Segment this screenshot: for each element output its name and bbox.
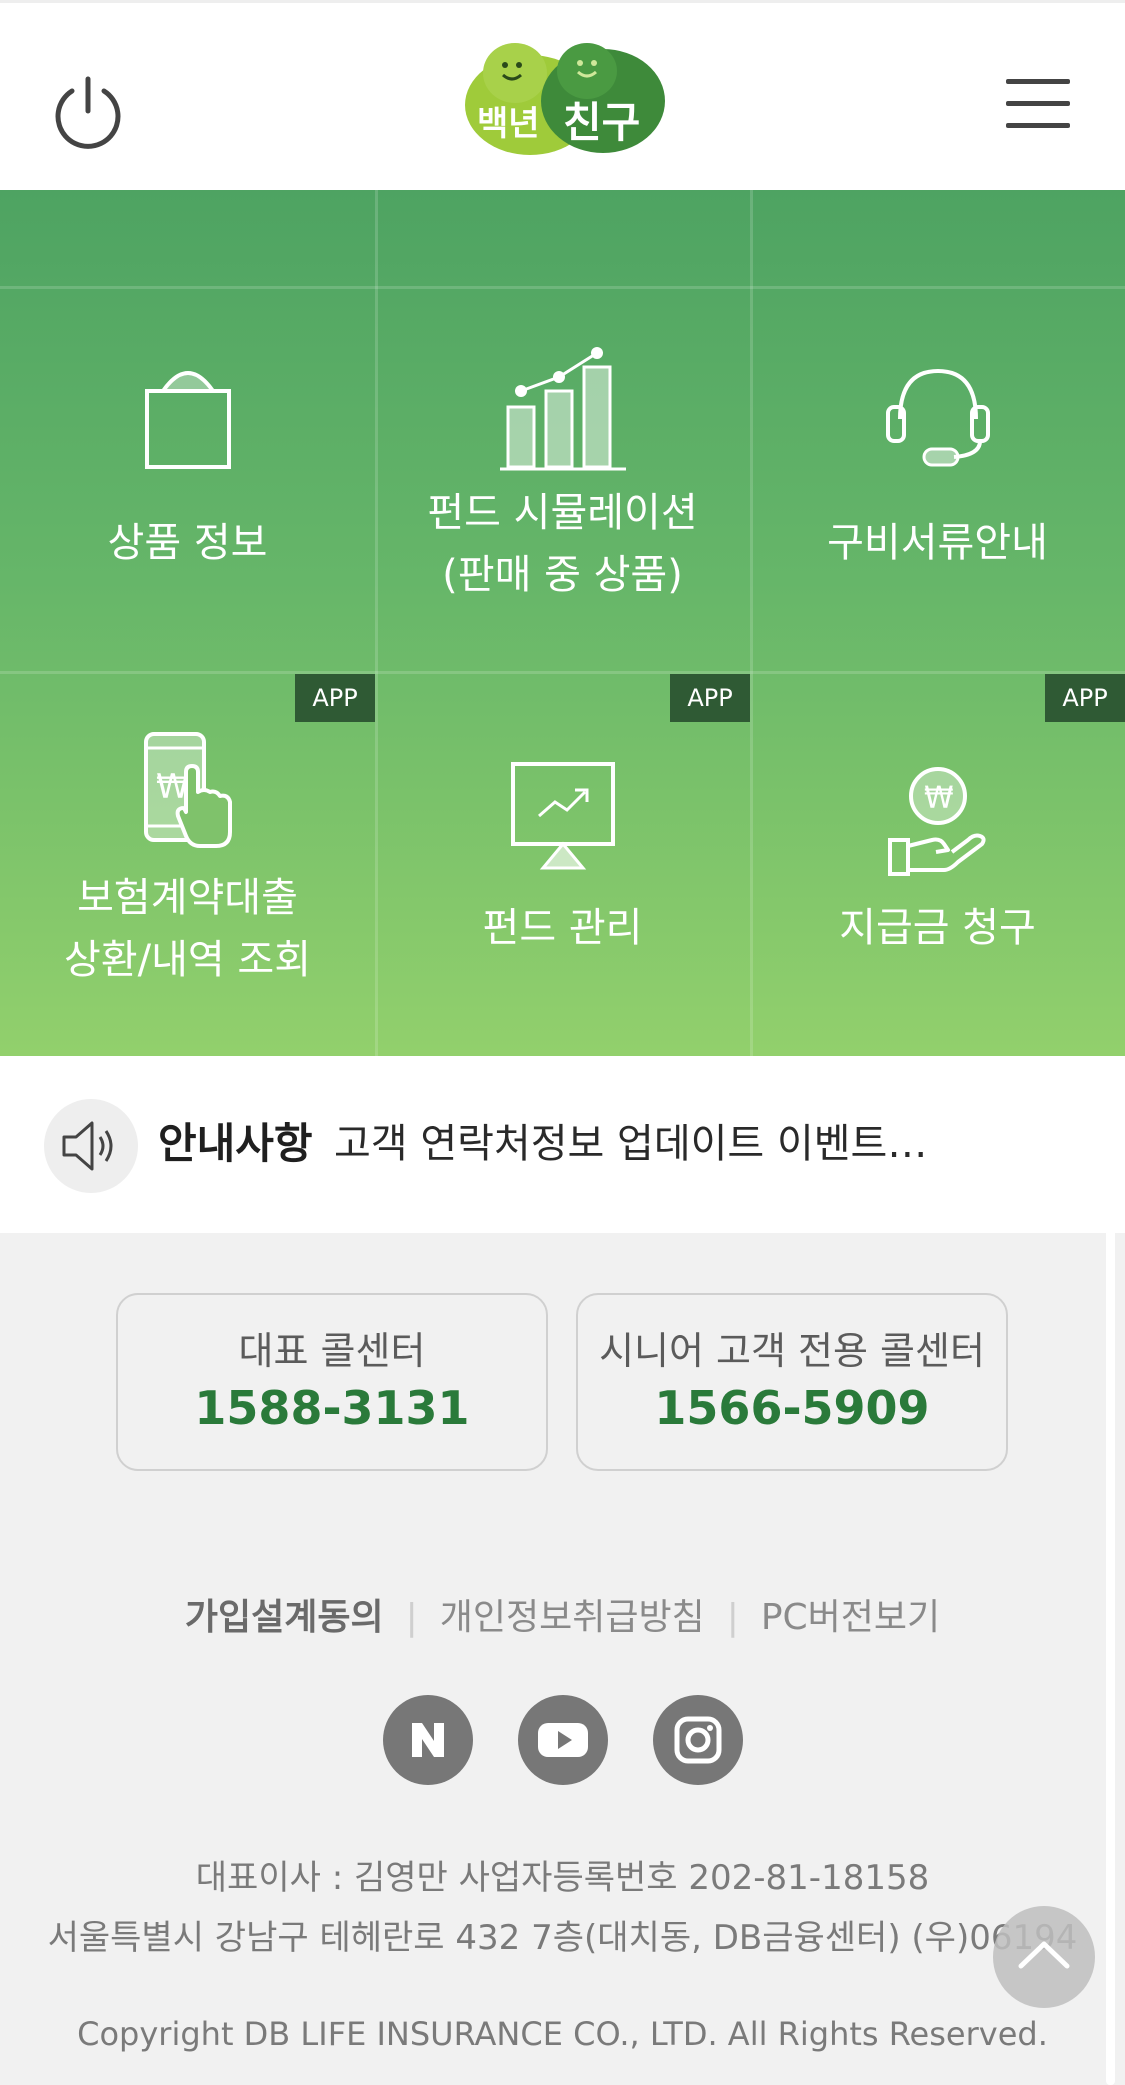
- naver-icon: [412, 1723, 444, 1757]
- grid-item-fund-simulation[interactable]: 펀드 시뮬레이션 (판매 중 상품): [375, 289, 750, 671]
- bar-chart-icon: [500, 347, 626, 471]
- app-badge: APP: [670, 674, 750, 722]
- grid-item-label: 상품 정보: [107, 520, 268, 566]
- call-center-senior[interactable]: 시니어 고객 전용 콜센터 1566-5909: [576, 1293, 1008, 1471]
- menu-button[interactable]: [1000, 73, 1080, 133]
- grid-empty-cell: [750, 190, 1125, 286]
- phone-won-icon: ₩: [144, 732, 232, 848]
- grid-item-loan-repayment[interactable]: APP ₩ 보험계약대출 상환/내역 조회: [0, 674, 375, 1056]
- grid-item-required-documents[interactable]: 구비서류안내: [750, 289, 1125, 671]
- grid-item-label: 펀드 시뮬레이션 (판매 중 상품): [427, 490, 698, 598]
- youtube-icon: [538, 1723, 588, 1757]
- call-center-number: 1588-3131: [194, 1381, 470, 1435]
- power-button[interactable]: [48, 71, 128, 151]
- menu-grid: 상품 정보 펀드 시뮬레이션 (판매 중 상품) 구비서류안내 APP ₩ 보험…: [0, 190, 1125, 1056]
- grid-item-label: 지급금 청구: [839, 905, 1036, 951]
- scroll-to-top-button[interactable]: [993, 1906, 1095, 2008]
- call-center-label: 대표 콜센터: [238, 1329, 426, 1373]
- scrollbar[interactable]: [1106, 1068, 1115, 2085]
- footer-separator: |: [405, 1597, 418, 1638]
- business-info-line: 대표이사 : 김영만 사업자등록번호 202-81-18158: [195, 1858, 930, 1898]
- grid-empty-cell: [0, 190, 375, 286]
- hand-coin-icon: ₩: [888, 767, 986, 876]
- copyright: Copyright DB LIFE INSURANCE CO., LTD. Al…: [77, 2015, 1048, 2053]
- logo-text-right: 친구: [563, 98, 640, 147]
- notice-bar[interactable]: 안내사항 고객 연락처정보 업데이트 이벤트…: [0, 1056, 1125, 1233]
- grid-item-label: 보험계약대출 상환/내역 조회: [64, 875, 311, 983]
- call-center-label: 시니어 고객 전용 콜센터: [599, 1329, 985, 1373]
- footer-link-privacy-policy[interactable]: 개인정보취급방침: [418, 1597, 727, 1638]
- notice-icon-wrap: [44, 1099, 138, 1193]
- hamburger-menu-icon: [1006, 79, 1070, 128]
- chevron-up-icon: [1018, 1941, 1070, 1969]
- youtube-button[interactable]: [518, 1695, 608, 1785]
- naver-blog-button[interactable]: [383, 1695, 473, 1785]
- call-center-number: 1566-5909: [654, 1381, 930, 1435]
- instagram-icon: [674, 1716, 722, 1764]
- call-center-main[interactable]: 대표 콜센터 1588-3131: [116, 1293, 548, 1471]
- notice-link[interactable]: 고객 연락처정보 업데이트 이벤트…: [334, 1112, 974, 1176]
- power-icon: [55, 76, 121, 149]
- business-address-line: 서울특별시 강남구 테헤란로 432 7층(대치동, DB금융센터) (우)06…: [47, 1918, 1078, 1958]
- footer-separator: |: [726, 1597, 739, 1638]
- business-info: 대표이사 : 김영만 사업자등록번호 202-81-18158 서울특별시 강남…: [0, 1848, 1125, 1968]
- speaker-icon: [62, 1121, 113, 1171]
- notice-title: 안내사항: [158, 1119, 313, 1168]
- headset-icon: [886, 368, 990, 467]
- footer-links: 가입설계동의 | 개인정보취급방침 | PC버전보기: [0, 1588, 1125, 1648]
- app-badge: APP: [1045, 674, 1125, 722]
- won-symbol: ₩: [924, 781, 954, 816]
- shopping-bag-icon: [145, 371, 231, 469]
- grid-item-label: 펀드 관리: [482, 905, 643, 951]
- grid-empty-cell: [375, 190, 750, 286]
- grid-item-payment-claim[interactable]: APP ₩ 지급금 청구: [750, 674, 1125, 1056]
- logo-text-left: 백년: [477, 104, 540, 144]
- app-badge: APP: [295, 674, 375, 722]
- grid-item-product-info[interactable]: 상품 정보: [0, 289, 375, 671]
- grid-item-fund-management[interactable]: APP 펀드 관리: [375, 674, 750, 1056]
- header: 백년 친구: [0, 0, 1125, 190]
- monitor-trend-icon: [511, 762, 615, 870]
- logo[interactable]: 백년 친구: [455, 35, 675, 160]
- footer-link-subscription-consent[interactable]: 가입설계동의: [163, 1597, 406, 1638]
- footer-link-pc-version[interactable]: PC버전보기: [739, 1597, 962, 1638]
- instagram-button[interactable]: [653, 1695, 743, 1785]
- grid-item-label: 구비서류안내: [827, 520, 1048, 566]
